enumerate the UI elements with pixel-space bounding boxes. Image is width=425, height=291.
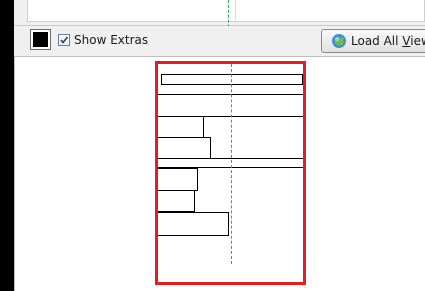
selected-page-frame[interactable] (155, 61, 306, 285)
layout-box[interactable] (158, 190, 195, 212)
toolbar: Show Extras Load All Views (14, 26, 425, 57)
layout-box[interactable] (158, 168, 198, 191)
show-extras-label[interactable]: Show Extras (74, 33, 148, 47)
show-extras-checkbox[interactable] (58, 34, 70, 46)
top-panel-inner (27, 0, 425, 22)
checkmark-icon (60, 36, 69, 44)
top-panel-divider (235, 0, 236, 21)
color-swatch-fill (33, 32, 48, 47)
color-swatch-button[interactable] (30, 29, 51, 50)
top-panel (14, 0, 425, 26)
layout-box[interactable] (158, 137, 211, 159)
layout-box-header[interactable] (161, 74, 303, 85)
guide-line (231, 64, 232, 264)
load-views-icon (332, 34, 346, 48)
left-edge-border (0, 0, 14, 291)
load-all-views-label: Load All Views (351, 34, 425, 48)
layout-box[interactable] (158, 116, 204, 138)
layout-box[interactable] (158, 212, 229, 236)
load-all-views-button[interactable]: Load All Views (321, 29, 425, 53)
